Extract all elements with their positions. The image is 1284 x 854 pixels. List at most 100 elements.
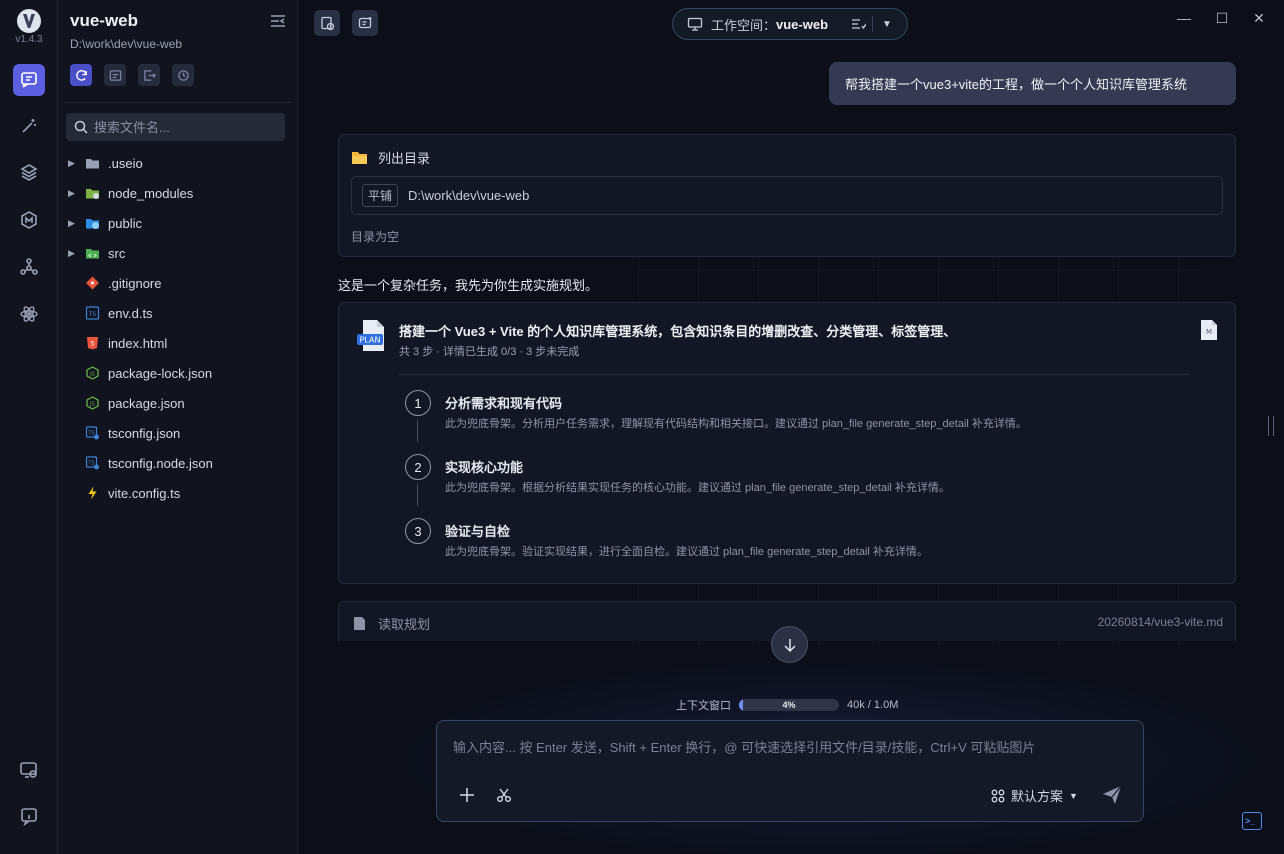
export-button[interactable] bbox=[138, 64, 160, 86]
about-nav-button[interactable] bbox=[13, 800, 45, 832]
tree-item[interactable]: ▶ TS tsconfig.node.json bbox=[58, 448, 298, 478]
step-number: 2 bbox=[405, 454, 431, 480]
markdown-file-icon[interactable]: M bbox=[1199, 319, 1219, 341]
close-window-button[interactable]: ✕ bbox=[1249, 8, 1269, 28]
collapse-sidebar-button[interactable] bbox=[270, 14, 286, 28]
folder-icon bbox=[84, 156, 100, 170]
tree-item-label: package-lock.json bbox=[108, 365, 213, 381]
new-chat-button[interactable] bbox=[352, 10, 378, 36]
terminal-panel-button[interactable] bbox=[104, 64, 126, 86]
file-search bbox=[66, 113, 285, 141]
folder-icon bbox=[352, 152, 367, 164]
tree-item[interactable]: ▶ vite.config.ts bbox=[58, 478, 298, 508]
read-plan-file: 20260814/vue3-vite.md bbox=[1097, 615, 1223, 629]
history-chat-button[interactable] bbox=[314, 10, 340, 36]
tree-item[interactable]: ▶ TS env.d.ts bbox=[58, 298, 298, 328]
grid-icon bbox=[991, 789, 1005, 802]
maximize-button[interactable]: ☐ bbox=[1212, 8, 1232, 28]
scheme-label: 默认方案 bbox=[1011, 789, 1064, 804]
svg-text:TS: TS bbox=[87, 461, 94, 467]
refresh-button[interactable] bbox=[70, 64, 92, 86]
model-badge-icon bbox=[21, 211, 37, 229]
history-doc-icon bbox=[320, 16, 334, 30]
tree-item[interactable]: ▶ .useio bbox=[58, 148, 298, 178]
context-usage: 40k / 1.0M bbox=[847, 699, 899, 711]
workspace-name: vue-web bbox=[776, 16, 829, 32]
maximize-icon: ☐ bbox=[1215, 9, 1229, 26]
chevron-down-icon: ▼ bbox=[1069, 790, 1078, 801]
tree-item[interactable]: ▶ public bbox=[58, 208, 298, 238]
assistant-message: 这是一个复杂任务，我先为你生成实施规划。 bbox=[338, 278, 599, 293]
workspace-selector[interactable]: 工作空间： vue-web ▼ bbox=[672, 8, 908, 40]
plus-icon bbox=[460, 788, 474, 802]
tree-item-label: tsconfig.node.json bbox=[108, 455, 213, 471]
scissors-icon bbox=[497, 788, 511, 802]
svg-text:JS: JS bbox=[89, 402, 95, 408]
tsconfig-icon: TS bbox=[84, 456, 100, 470]
tree-item[interactable]: ▶ JS package.json bbox=[58, 388, 298, 418]
svg-text:TS: TS bbox=[87, 311, 96, 318]
html-icon: 5 bbox=[84, 336, 100, 350]
close-icon: ✕ bbox=[1253, 9, 1265, 26]
tsconfig-icon: TS bbox=[84, 426, 100, 440]
step-description: 此为兜底骨架。根据分析结果实现任务的核心功能。建议通过 plan_file ge… bbox=[445, 482, 950, 494]
screenshot-button[interactable] bbox=[494, 785, 514, 805]
step-title: 验证与自检 bbox=[445, 524, 511, 539]
step-connector bbox=[417, 420, 418, 442]
chat-main: 工作空间： vue-web ▼ — ☐ ✕ 帮我搭建一个vue3+vite的工程… bbox=[298, 0, 1284, 854]
magic-nav-button[interactable] bbox=[13, 110, 45, 142]
tree-item-label: tsconfig.json bbox=[108, 425, 181, 441]
resize-handle[interactable] bbox=[1268, 416, 1274, 436]
sidebar-divider bbox=[64, 102, 291, 103]
directory-path-row: 平铺 D:\work\dev\vue-web bbox=[351, 176, 1223, 215]
plan-summary: 共 3 步 · 详情已生成 0/3 · 3 步未完成 bbox=[399, 346, 580, 358]
tree-item-label: index.html bbox=[108, 335, 168, 351]
settings-nav-button[interactable] bbox=[13, 754, 45, 786]
scroll-to-bottom-button[interactable] bbox=[771, 626, 808, 663]
history-button[interactable] bbox=[172, 64, 194, 86]
plan-divider bbox=[399, 374, 1189, 375]
network-nav-button[interactable] bbox=[13, 251, 45, 283]
info-icon bbox=[21, 808, 37, 826]
export-icon bbox=[143, 69, 156, 81]
minimize-button[interactable]: — bbox=[1174, 8, 1194, 28]
chevron-right-icon[interactable]: ▶ bbox=[68, 248, 80, 259]
workspace-separator bbox=[872, 16, 874, 32]
tree-item[interactable]: ▶ 5 index.html bbox=[58, 328, 298, 358]
add-attachment-button[interactable] bbox=[457, 785, 477, 805]
react-nav-button[interactable] bbox=[13, 298, 45, 330]
step-title: 实现核心功能 bbox=[445, 460, 524, 475]
chevron-down-icon[interactable]: ▼ bbox=[882, 19, 892, 30]
magic-wand-icon bbox=[22, 119, 36, 133]
send-button[interactable] bbox=[1101, 784, 1123, 806]
plan-title: 搭建一个 Vue3 + Vite 的个人知识库管理系统，包含知识条目的增删改查、… bbox=[399, 324, 957, 339]
tree-item-label: package.json bbox=[108, 395, 185, 411]
scheme-selector[interactable]: 默认方案 ▼ bbox=[991, 786, 1078, 805]
chevron-right-icon[interactable]: ▶ bbox=[68, 188, 80, 199]
terminal-button[interactable]: >_ bbox=[1242, 812, 1262, 830]
tree-item[interactable]: ▶ JS package-lock.json bbox=[58, 358, 298, 388]
app-logo bbox=[17, 9, 41, 33]
chevron-right-icon[interactable]: ▶ bbox=[68, 218, 80, 229]
arrow-down-icon bbox=[783, 638, 796, 652]
tree-item[interactable]: ▶ TS tsconfig.json bbox=[58, 418, 298, 448]
chat-nav-button[interactable] bbox=[13, 64, 45, 96]
tree-item[interactable]: ▶ src bbox=[58, 238, 298, 268]
message-input[interactable] bbox=[453, 737, 1133, 767]
json-icon: JS bbox=[84, 396, 100, 410]
step-number: 1 bbox=[405, 390, 431, 416]
file-search-input[interactable] bbox=[94, 119, 274, 135]
model-nav-button[interactable] bbox=[13, 204, 45, 236]
switch-workspace-icon[interactable] bbox=[850, 17, 867, 31]
layers-nav-button[interactable] bbox=[13, 156, 45, 188]
file-explorer: vue-web D:\work\dev\vue-web ▶ .useio ▶ bbox=[58, 0, 298, 854]
settings-monitor-icon bbox=[20, 762, 37, 778]
tree-item[interactable]: ▶ .gitignore bbox=[58, 268, 298, 298]
tree-item[interactable]: ▶ node_modules bbox=[58, 178, 298, 208]
tree-item-label: .gitignore bbox=[108, 275, 162, 291]
network-icon bbox=[20, 258, 38, 275]
git-icon bbox=[84, 276, 100, 290]
chevron-right-icon[interactable]: ▶ bbox=[68, 158, 80, 169]
tree-item-label: env.d.ts bbox=[108, 305, 153, 321]
composer: 默认方案 ▼ bbox=[436, 720, 1144, 822]
